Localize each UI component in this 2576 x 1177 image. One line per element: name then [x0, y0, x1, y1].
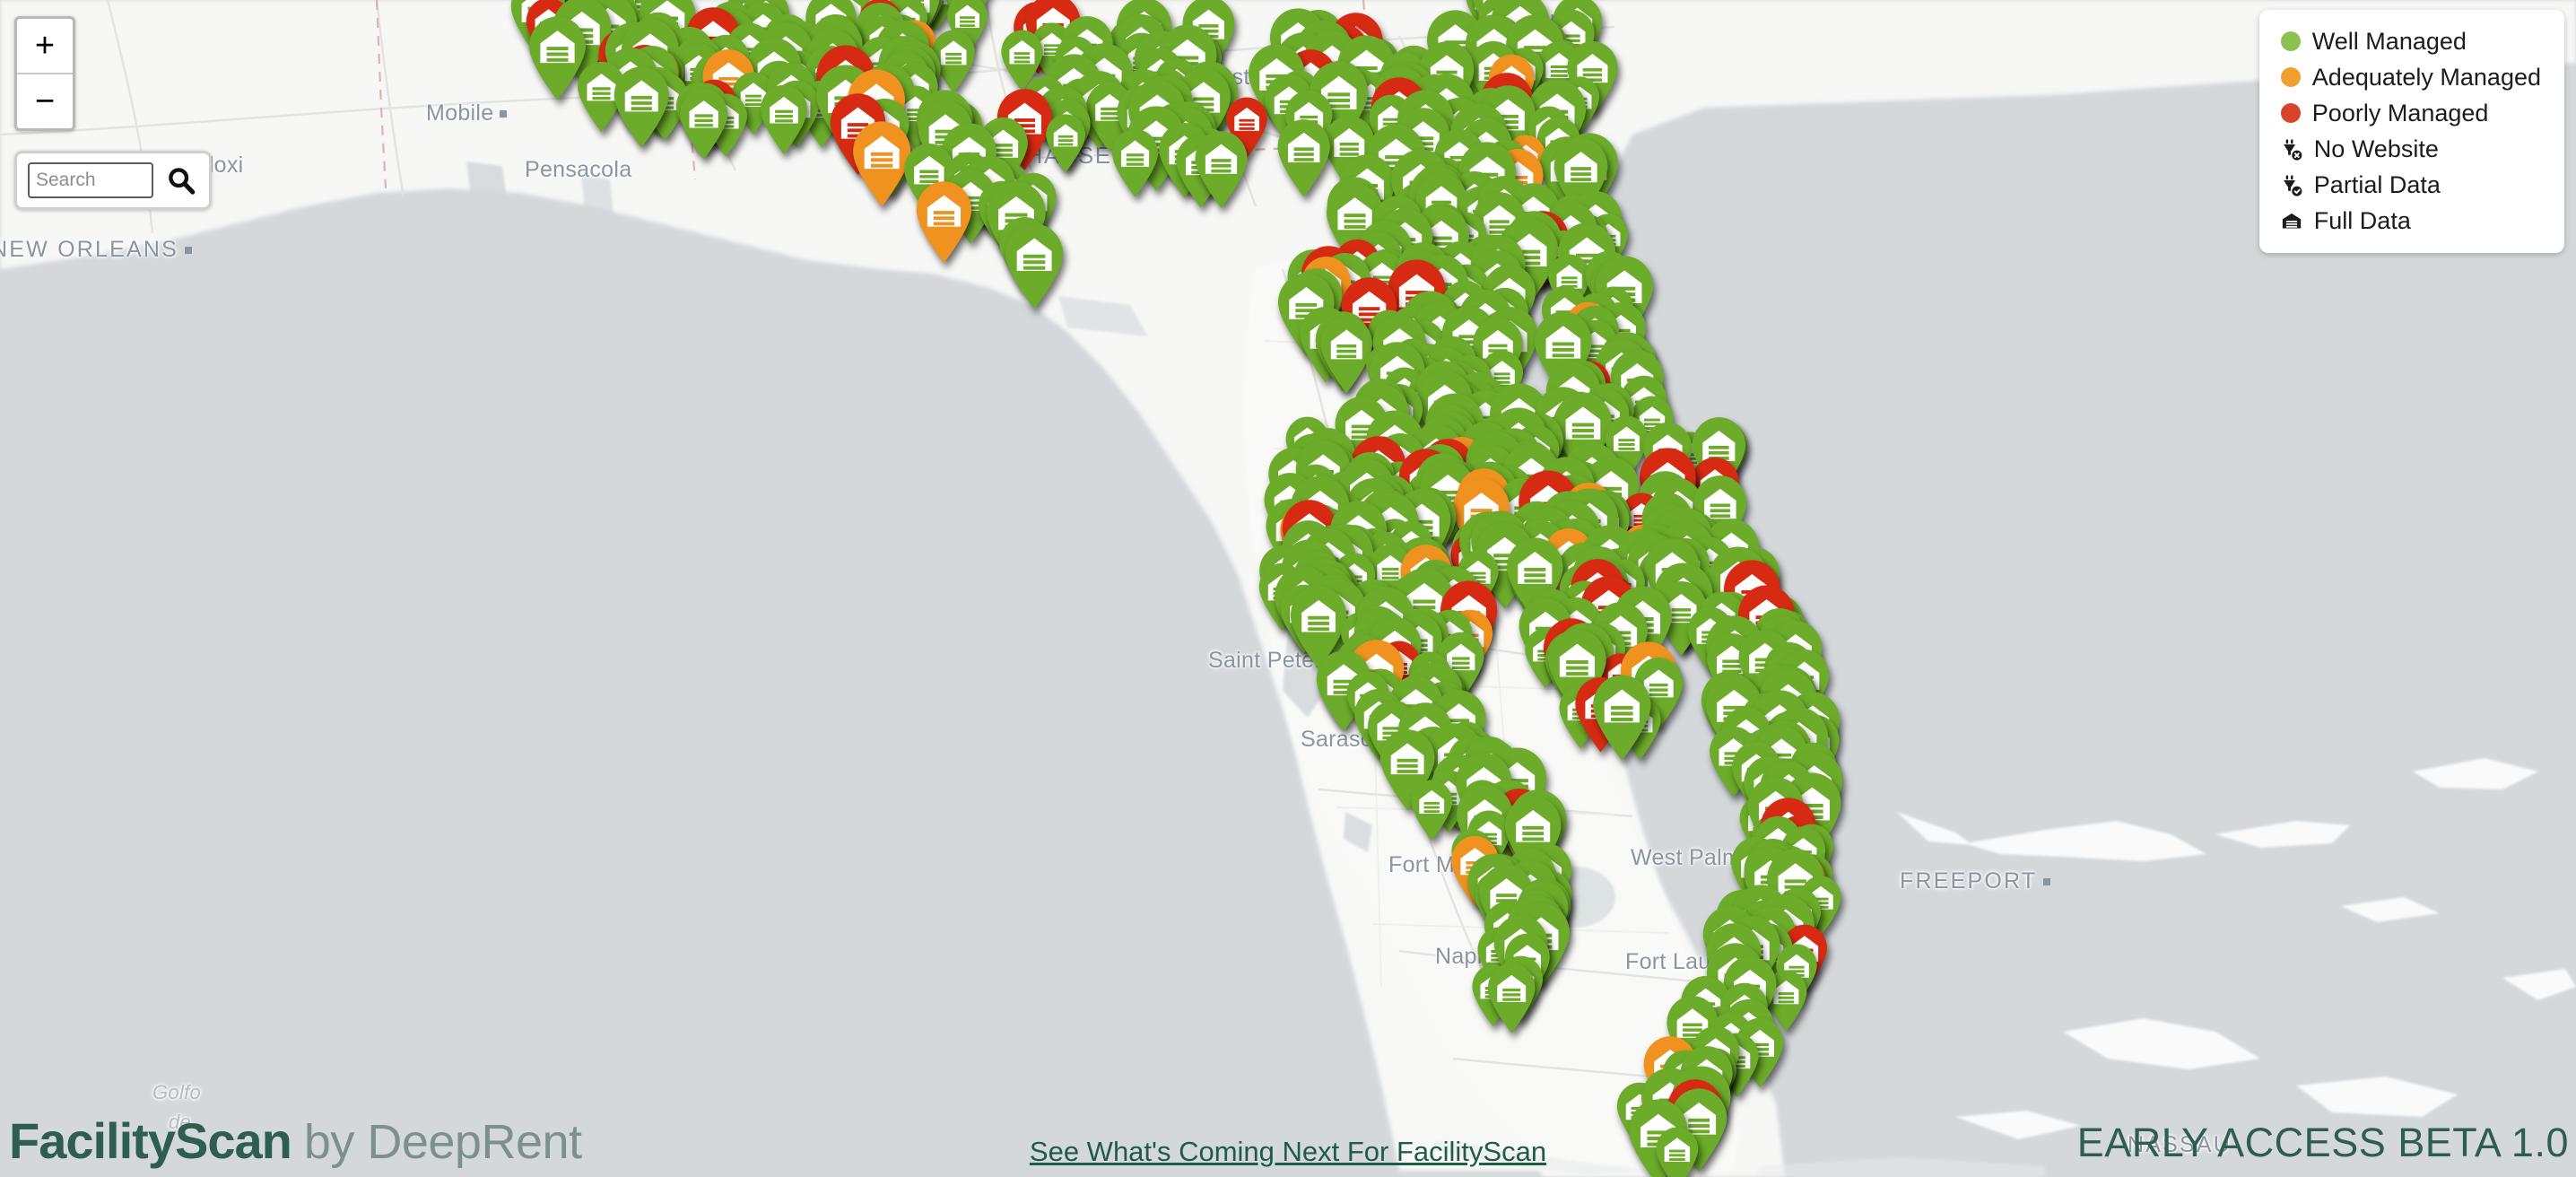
map-marker-pin[interactable] — [911, 179, 977, 264]
legend-item-label: Partial Data — [2313, 170, 2441, 198]
legend-color-dot-icon — [2280, 31, 2301, 51]
legend-item-full-data[interactable]: Full Data — [2281, 203, 2541, 239]
map-marker-pin[interactable] — [1484, 961, 1539, 1033]
legend-item-label: Adequately Managed — [2311, 63, 2541, 91]
legend-item-label: Poorly Managed — [2311, 99, 2489, 126]
plug-check-icon — [2281, 173, 2302, 196]
coming-next-link[interactable]: See What's Coming Next For FacilityScan — [1030, 1136, 1546, 1168]
legend-color-dot-icon — [2280, 67, 2301, 87]
search-input[interactable] — [28, 162, 153, 198]
map-marker-pin[interactable] — [756, 83, 812, 155]
map-legend: Well Managed Adequately Managed Poorly Man… — [2258, 10, 2564, 253]
map-marker-pin[interactable] — [675, 86, 732, 160]
legend-item-label: No Website — [2313, 135, 2439, 162]
plug-x-icon — [2281, 137, 2302, 161]
zoom-in-button[interactable]: + — [17, 19, 73, 74]
legend-item-no-website[interactable]: No Website — [2281, 131, 2541, 167]
map-marker-pin[interactable] — [609, 64, 674, 148]
zoom-out-button[interactable]: − — [17, 74, 73, 128]
map-marker-pin[interactable] — [1652, 1125, 1702, 1177]
warehouse-icon — [2281, 209, 2302, 232]
map-marker-pin[interactable] — [1000, 221, 1068, 310]
map-marker-pin[interactable] — [1108, 126, 1162, 197]
zoom-control: + − — [14, 16, 75, 131]
brand-byline: by DeepRent — [303, 1115, 582, 1169]
search-icon — [169, 168, 196, 195]
legend-item-adequately-managed[interactable]: Adequately Managed — [2280, 59, 2541, 95]
legend-item-well-managed[interactable]: Well Managed — [2280, 23, 2541, 59]
search-button[interactable] — [166, 165, 198, 196]
map-marker-pin[interactable] — [1190, 128, 1252, 209]
legend-item-poorly-managed[interactable]: Poorly Managed — [2280, 95, 2541, 131]
legend-item-label: Full Data — [2313, 206, 2411, 234]
brand-wordmark: FacilityScan by DeepRent — [9, 1112, 582, 1170]
map-marker-pin[interactable] — [1042, 112, 1089, 173]
legend-item-partial-data[interactable]: Partial Data — [2281, 167, 2541, 203]
map-marker-pin[interactable] — [1588, 672, 1657, 762]
legend-item-label: Well Managed — [2311, 27, 2467, 55]
facilityscan-map-app: NEW ORLEANSMobileBiloxiPensacolaDothanTA… — [0, 0, 2576, 1177]
search-control — [14, 151, 212, 210]
legend-color-dot-icon — [2280, 103, 2301, 123]
brand-name: FacilityScan — [9, 1112, 292, 1169]
beta-version-tag: EARLY ACCESS BETA 1.0 — [2076, 1120, 2569, 1165]
